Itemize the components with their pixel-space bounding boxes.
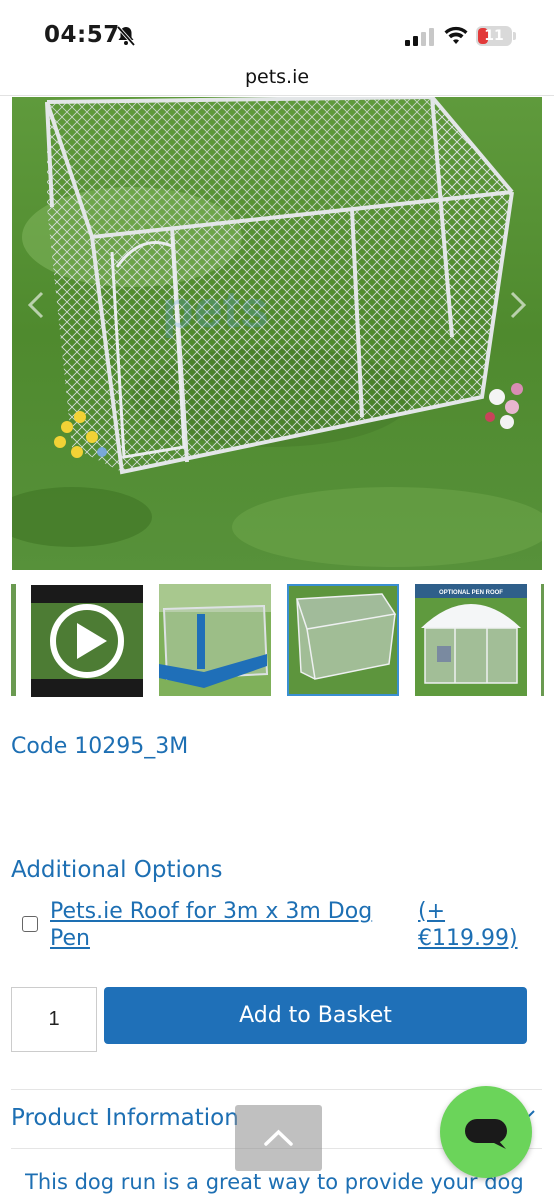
option-roof-price[interactable]: (+ €119.99) [418,898,538,952]
chat-button[interactable] [440,1086,532,1178]
status-bar: 04:57 11 [0,0,554,66]
product-information-heading[interactable]: Product Information [11,1105,239,1131]
thumbnail-partial-left[interactable] [11,584,16,696]
add-to-basket-button[interactable]: Add to Basket [104,987,527,1044]
wifi-icon [444,26,468,44]
chat-bubble-icon [465,1119,507,1149]
thumbnail-pen-with-roof[interactable]: OPTIONAL PEN ROOF [415,584,527,696]
thumbnail-pen-on-grass-image [287,584,399,696]
thumbnail-pen-diagram[interactable] [159,584,271,696]
quantity-input[interactable]: 1 [11,987,97,1052]
address-bar-url[interactable]: pets.ie [0,66,554,88]
thumbnail-strip: OPTIONAL PEN ROOF [0,584,554,698]
product-code: Code 10295_3M [11,734,189,759]
cellular-signal-icon [405,28,434,46]
chevron-up-icon [264,1129,293,1146]
option-roof-checkbox[interactable] [22,916,38,932]
additional-options-heading: Additional Options [11,857,223,883]
dog-run-pen-photo: pets [12,97,542,570]
battery-tip [513,32,516,40]
thumbnail-pen-diagram-image [159,584,271,696]
thumbnail-pen-on-grass[interactable] [287,584,399,696]
thumbnail-video-image [31,585,143,697]
battery-indicator: 11 [476,26,518,48]
gallery-prev-arrow-icon[interactable] [26,290,46,320]
scroll-to-top-button[interactable] [235,1105,322,1171]
option-roof-link[interactable]: Pets.ie Roof for 3m x 3m Dog Pen [50,898,390,952]
status-time: 04:57 [44,22,120,48]
gallery-next-arrow-icon[interactable] [508,290,528,320]
svg-text:pets: pets [162,281,269,339]
divider [0,95,554,96]
thumbnail-video[interactable] [31,585,143,697]
battery-level: 11 [484,28,504,44]
thumbnail-partial-right[interactable] [541,584,544,696]
bell-slash-icon [116,25,136,47]
svg-text:OPTIONAL PEN ROOF: OPTIONAL PEN ROOF [439,590,503,596]
main-product-image[interactable]: pets [12,97,542,570]
thumbnail-pen-with-roof-image: OPTIONAL PEN ROOF [415,584,527,696]
